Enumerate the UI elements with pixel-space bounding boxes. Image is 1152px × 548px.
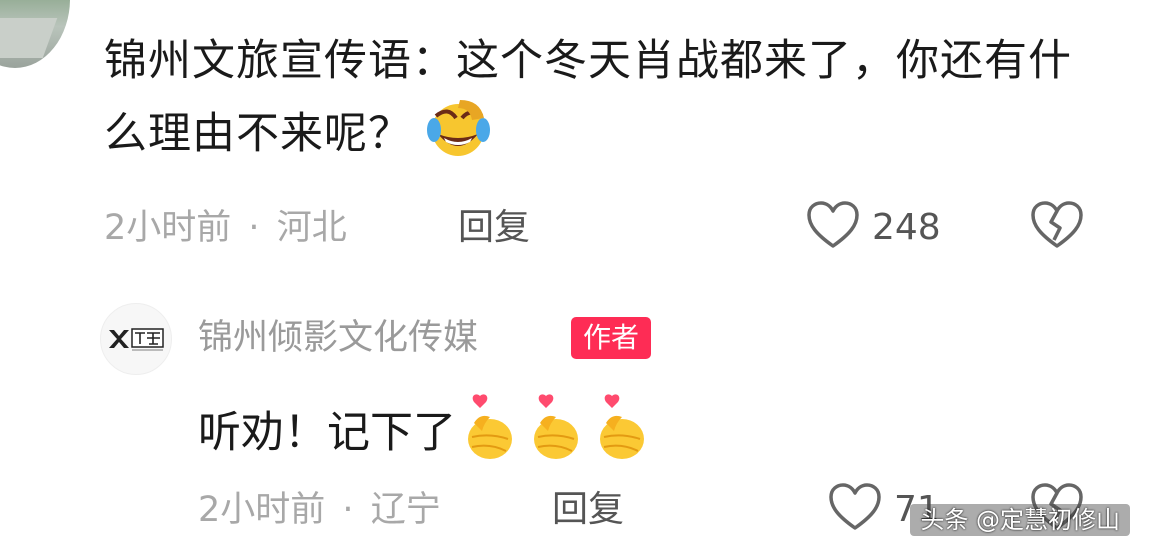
- qingying-logo-icon: [109, 328, 164, 351]
- broken-heart-icon[interactable]: [1030, 200, 1084, 250]
- heart-outline-icon[interactable]: [806, 200, 860, 250]
- comment-meta: 2小时前 · 河北: [104, 208, 347, 248]
- meta-separator: ·: [342, 490, 354, 530]
- comment-body: 锦州文旅宣传语：这个冬天肖战都来了，你还有什么理由不来呢？: [104, 26, 1114, 169]
- finger-heart-emoji-icon: [534, 394, 578, 459]
- commenter-avatar[interactable]: [0, 0, 70, 68]
- comment-location: 河北: [276, 208, 347, 248]
- reply-meta: 2小时前 · 辽宁: [198, 490, 441, 530]
- comment-like-count: 248: [872, 207, 941, 248]
- comment-reply-button[interactable]: 回复: [458, 208, 530, 248]
- reply-time: 2小时前: [198, 490, 326, 530]
- author-avatar[interactable]: [100, 303, 172, 375]
- reply-location: 辽宁: [370, 490, 441, 530]
- finger-heart-emoji-icon: [600, 394, 644, 459]
- comment-text: 锦州文旅宣传语：这个冬天肖战都来了，你还有什么理由不来呢？: [104, 36, 1072, 159]
- comment-time: 2小时前: [104, 208, 232, 248]
- author-badge: 作者: [571, 317, 652, 359]
- author-name[interactable]: 锦州倾影文化传媒: [198, 317, 478, 359]
- avatar-photo-detail: [0, 18, 58, 58]
- finger-heart-emoji-icon: [468, 394, 512, 459]
- reply-text: 听劝！记下了: [198, 408, 456, 458]
- meta-separator: ·: [248, 208, 260, 248]
- reply-body: 听劝！记下了: [198, 393, 648, 463]
- source-watermark: 头条 @定慧初修山: [910, 504, 1130, 536]
- laughing-crying-emoji-icon: [427, 100, 490, 156]
- reply-reply-button[interactable]: 回复: [552, 490, 624, 530]
- heart-outline-icon[interactable]: [828, 482, 882, 532]
